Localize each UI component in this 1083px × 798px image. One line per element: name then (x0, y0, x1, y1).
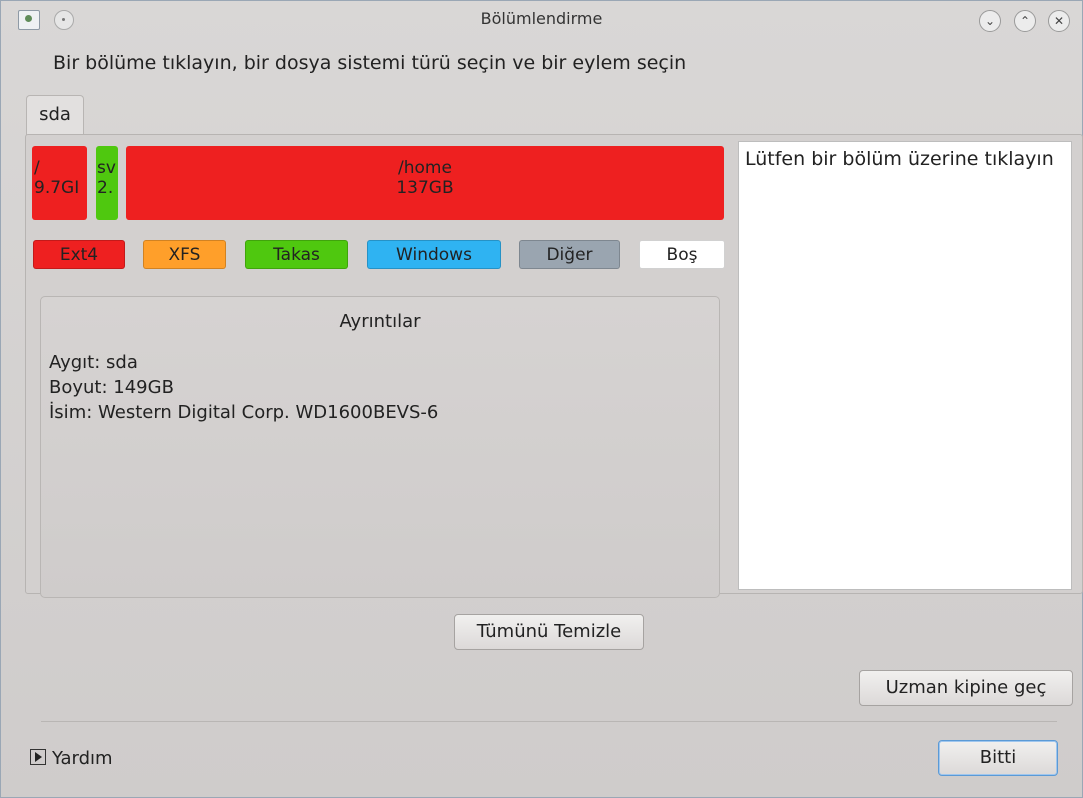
clear-all-button[interactable]: Tümünü Temizle (454, 614, 644, 650)
done-button[interactable]: Bitti (938, 740, 1058, 776)
partition-swap[interactable]: sv 2. (96, 146, 118, 220)
help-label: Yardım (52, 748, 113, 769)
partition-root[interactable]: / 9.7GI (32, 146, 87, 220)
partition-home-mount: /home (398, 158, 452, 178)
partitioning-window: Bölümlendirme ⌄ ⌃ ✕ Bir bölüme tıklayın,… (0, 0, 1083, 798)
detail-name: İsim: Western Digital Corp. WD1600BEVS-6 (49, 402, 439, 423)
instruction-text: Bir bölüme tıklayın, bir dosya sistemi t… (53, 52, 687, 74)
tab-sda[interactable]: sda (26, 95, 84, 136)
window-title: Bölümlendirme (480, 9, 603, 28)
partition-root-mount: / (34, 158, 40, 178)
minimize-icon[interactable]: ⌄ (979, 10, 1001, 32)
expand-arrow-icon (30, 749, 46, 765)
details-groupbox: Ayrıntılar Aygıt: sda Boyut: 149GB İsim:… (40, 296, 720, 598)
partition-root-size: 9.7GI (34, 178, 80, 198)
legend-swap: Takas (245, 240, 348, 269)
partition-home[interactable]: /home 137GB (126, 146, 724, 220)
legend-xfs: XFS (143, 240, 226, 269)
maximize-icon[interactable]: ⌃ (1014, 10, 1036, 32)
legend-windows: Windows (367, 240, 501, 269)
details-title: Ayrıntılar (339, 311, 421, 332)
help-toggle[interactable]: Yardım (30, 748, 113, 769)
partition-home-size: 137GB (396, 178, 454, 198)
detail-size: Boyut: 149GB (49, 377, 174, 398)
title-bar: Bölümlendirme ⌄ ⌃ ✕ (1, 1, 1082, 39)
partition-swap-size: 2. (97, 178, 114, 198)
partition-swap-mount: sv (97, 158, 116, 178)
legend-other: Diğer (519, 240, 620, 269)
partition-info-box: Lütfen bir bölüm üzerine tıklayın (738, 141, 1072, 590)
separator (41, 721, 1057, 722)
legend-free: Boş (639, 240, 725, 269)
close-icon[interactable]: ✕ (1048, 10, 1070, 32)
detail-device: Aygıt: sda (49, 352, 138, 373)
expert-mode-button[interactable]: Uzman kipine geç (859, 670, 1073, 706)
legend-ext4: Ext4 (33, 240, 125, 269)
